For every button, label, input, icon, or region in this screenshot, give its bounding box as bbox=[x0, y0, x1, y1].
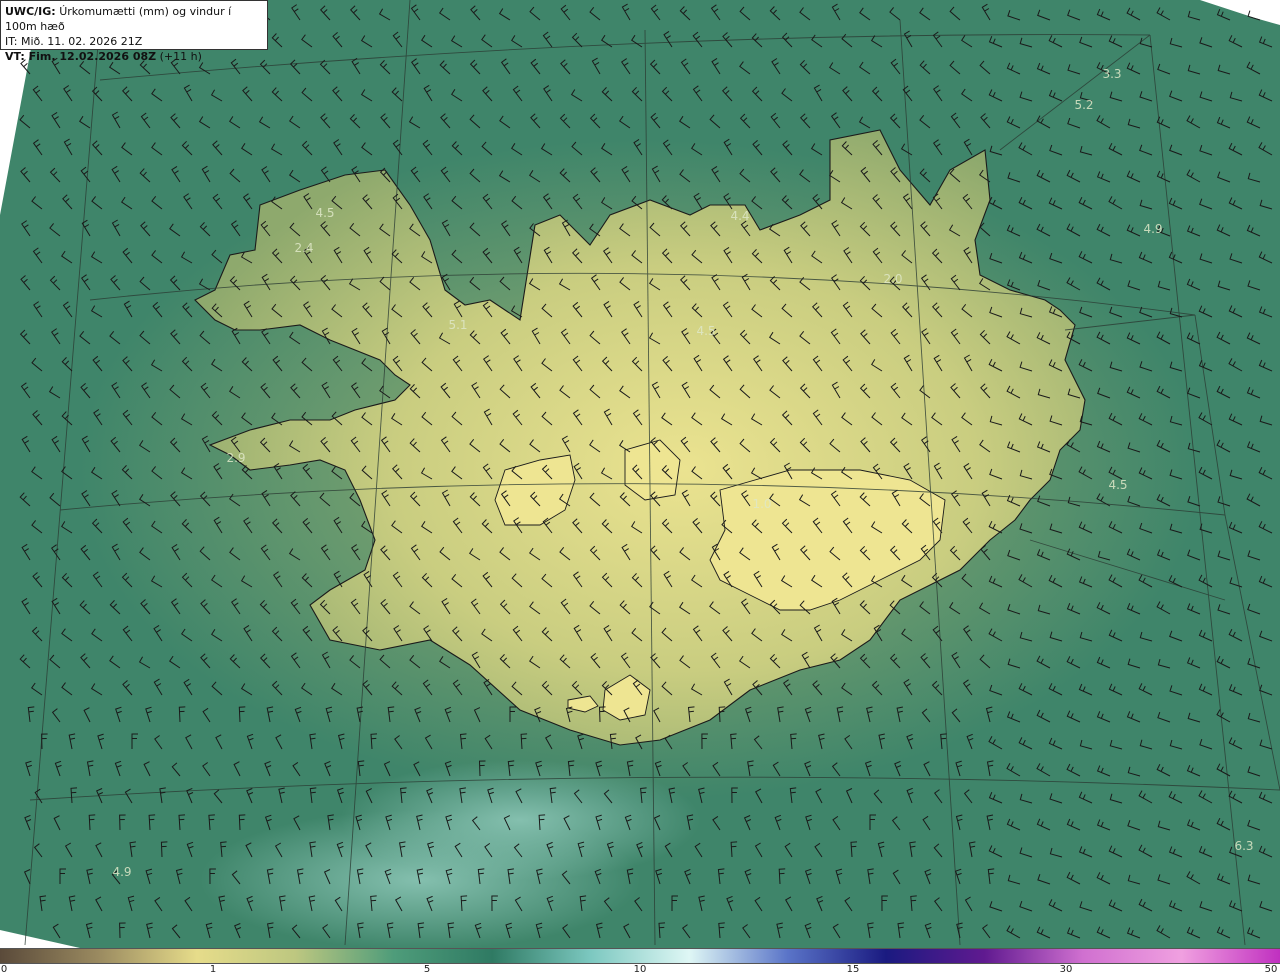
colorbar-tick-label: 15 bbox=[846, 964, 860, 975]
value-label: 4.9 bbox=[1143, 222, 1162, 236]
colorbar-tick-label: 30 bbox=[1059, 964, 1073, 975]
value-label: 5.2 bbox=[1074, 98, 1093, 112]
value-label: 6.3 bbox=[1234, 839, 1253, 853]
forecast-map: 3.3 5.2 4.9 4.5 2.4 5.1 4.4 2.0 4.5 2.9 1.0 4.5 6.3 4… bbox=[0, 0, 1280, 948]
value-label: 5.1 bbox=[448, 318, 467, 332]
colorbar-ticks: 0 1 5 10 15 30 50 bbox=[0, 962, 1280, 978]
valid-time: VT: Fim. 12.02.2026 08Z bbox=[5, 50, 157, 63]
value-label: 4.5 bbox=[696, 324, 715, 338]
value-label: 3.3 bbox=[1102, 67, 1121, 81]
value-label: 1.0 bbox=[752, 497, 771, 511]
colorbar-tick-label: 10 bbox=[633, 964, 647, 975]
forecast-offset: (+11 h) bbox=[159, 50, 202, 63]
colorbar-tick-label: 1 bbox=[209, 964, 217, 975]
map-title-box: UWC/IG: Úrkomumætti (mm) og vindur í 100… bbox=[0, 0, 268, 63]
colorbar-tick-label: 5 bbox=[423, 964, 431, 975]
value-label: 4.4 bbox=[730, 209, 749, 223]
colorbar-tick-label: 50 bbox=[1264, 964, 1278, 975]
value-label: 2.4 bbox=[294, 241, 313, 255]
model-label: UWC/IG: bbox=[5, 5, 56, 18]
value-label: 4.5 bbox=[1108, 478, 1127, 492]
init-time: IT: Mið. 11. 02. 2026 21Z bbox=[5, 35, 143, 48]
value-label: 4.9 bbox=[112, 865, 131, 879]
value-label: 2.9 bbox=[226, 451, 245, 465]
value-label: 2.0 bbox=[883, 272, 902, 286]
colorbar-tick-label: 0 bbox=[0, 964, 8, 975]
value-label: 4.5 bbox=[315, 206, 334, 220]
